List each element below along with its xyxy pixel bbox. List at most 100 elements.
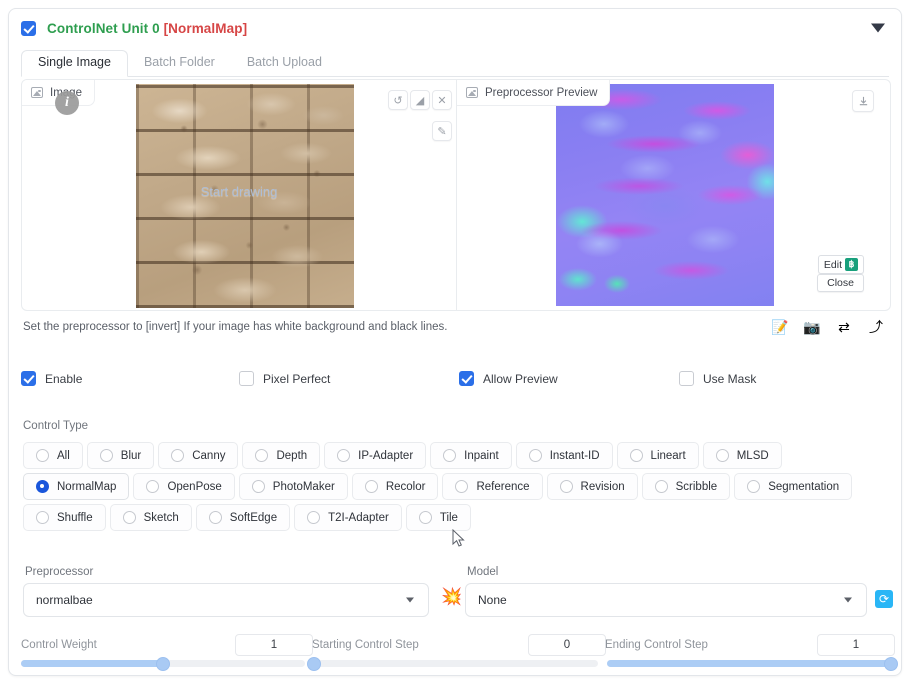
arrow-up-right-icon[interactable]: ⤴ (865, 316, 887, 338)
unit-type-tag: [NormalMap] (163, 20, 248, 36)
ending-control-step-input[interactable]: 1 (817, 634, 895, 656)
preprocessor-dropdown[interactable]: normalbae (23, 583, 429, 617)
control-type-scribble[interactable]: Scribble (641, 473, 731, 500)
source-image[interactable] (136, 84, 354, 308)
allow-preview-checkbox-box[interactable] (459, 371, 474, 386)
control-type-sketch[interactable]: Sketch (109, 504, 192, 531)
control-type-label: Control Type (23, 420, 88, 432)
camera-icon[interactable]: 📷 (801, 316, 823, 338)
radio-icon (307, 511, 321, 524)
tab-batch-upload[interactable]: Batch Upload (231, 51, 338, 76)
ending-control-step-slider-knob[interactable] (884, 656, 898, 671)
checkbox-allow-preview-label: Allow Preview (483, 371, 558, 386)
control-type-label-text: IP-Adapter (358, 449, 414, 462)
preprocessor-preview-image[interactable] (556, 84, 774, 306)
control-type-tile[interactable]: Tile (405, 504, 471, 531)
edit-button[interactable]: Edit ฿ (817, 255, 864, 274)
hint-row: Set the preprocessor to [invert] If your… (21, 315, 891, 359)
use-mask-checkbox-box[interactable] (679, 371, 694, 386)
control-type-label-text: T2I-Adapter (328, 511, 389, 524)
panel-header: ControlNet Unit 0 [NormalMap] (9, 9, 901, 47)
control-type-openpose[interactable]: OpenPose (133, 473, 235, 500)
brush-icon[interactable]: ✎ (432, 121, 452, 141)
edit-note-icon[interactable]: 📝 (769, 316, 791, 338)
control-type-reference[interactable]: Reference (442, 473, 543, 500)
image-panes: Image i Start drawing ↺ ◢ ✕ ✎ Preprocess… (21, 79, 891, 311)
download-icon[interactable] (852, 90, 874, 112)
control-type-all[interactable]: All (23, 442, 83, 469)
undo-icon[interactable]: ↺ (388, 90, 408, 110)
starting-control-step-input[interactable]: 0 (528, 634, 606, 656)
preprocessor-value: normalbae (36, 593, 93, 607)
eraser-icon[interactable]: ◢ (410, 90, 430, 110)
enable-checkbox-box[interactable] (21, 371, 36, 386)
control-type-label-text: Tile (439, 511, 458, 524)
radio-icon (36, 511, 49, 524)
starting-control-step-slider-knob[interactable] (307, 656, 321, 671)
chevron-down-icon[interactable] (871, 23, 885, 33)
ending-control-step-slider-fill (607, 660, 891, 667)
checkbox-pixel-perfect[interactable]: Pixel Perfect (239, 371, 330, 386)
model-dropdown[interactable]: None (465, 583, 867, 617)
controlnet-unit-panel: ControlNet Unit 0 [NormalMap] Single Ima… (8, 8, 902, 676)
control-type-label-text: Revision (580, 480, 625, 493)
pixel-perfect-checkbox-box[interactable] (239, 371, 254, 386)
control-type-normalmap[interactable]: NormalMap (23, 473, 130, 500)
control-type-label-text: SoftEdge (229, 511, 278, 524)
control-type-instant-id[interactable]: Instant-ID (515, 442, 613, 469)
checkbox-use-mask[interactable]: Use Mask (679, 371, 756, 386)
ending-control-step-label: Ending Control Step (605, 639, 708, 651)
control-type-canny[interactable]: Canny (158, 442, 239, 469)
image-icon (466, 87, 478, 98)
control-type-revision[interactable]: Revision (546, 473, 638, 500)
radio-icon (443, 449, 457, 462)
control-type-segmentation[interactable]: Segmentation (734, 473, 853, 500)
control-type-mlsd[interactable]: MLSD (702, 442, 782, 469)
model-value: None (478, 593, 507, 607)
info-icon[interactable]: i (55, 91, 79, 115)
starting-control-step-label: Starting Control Step (312, 639, 419, 651)
options-checkbox-row: Enable Pixel Perfect Allow Preview Use M… (21, 371, 891, 395)
source-image-pane[interactable]: Image i Start drawing ↺ ◢ ✕ ✎ (21, 79, 457, 311)
edit-button-label: Edit (823, 258, 842, 271)
control-weight-input[interactable]: 1 (235, 634, 313, 656)
control-type-softedge[interactable]: SoftEdge (195, 504, 291, 531)
radio-icon (364, 480, 378, 493)
control-type-t2i-adapter[interactable]: T2I-Adapter (294, 504, 402, 531)
control-type-ip-adapter[interactable]: IP-Adapter (324, 442, 427, 469)
control-weight-slider-knob[interactable] (156, 656, 170, 671)
checkbox-use-mask-label: Use Mask (703, 371, 757, 386)
checkbox-allow-preview[interactable]: Allow Preview (459, 371, 558, 386)
tab-single-image[interactable]: Single Image (21, 50, 128, 77)
unit-enable-checkbox[interactable] (21, 20, 36, 36)
radio-icon (171, 449, 185, 462)
control-type-depth[interactable]: Depth (242, 442, 321, 469)
control-type-recolor[interactable]: Recolor (351, 473, 439, 500)
checkbox-enable[interactable]: Enable (21, 371, 82, 386)
control-type-inpaint[interactable]: Inpaint (430, 442, 512, 469)
radio-icon (559, 480, 573, 493)
control-type-label-text: Depth (276, 449, 308, 462)
tab-batch-folder[interactable]: Batch Folder (128, 51, 231, 76)
unit-title-text: ControlNet Unit 0 (47, 20, 160, 36)
refresh-models-button[interactable]: ⟳ (875, 590, 893, 608)
control-weight-slider[interactable] (21, 656, 305, 671)
preview-pane-label-text: Preprocessor Preview (485, 86, 598, 99)
swap-icon[interactable]: ⇄ (833, 316, 855, 338)
control-type-blur[interactable]: Blur (86, 442, 155, 469)
boom-icon[interactable]: 💥 (441, 587, 462, 607)
control-type-shuffle[interactable]: Shuffle (23, 504, 106, 531)
control-type-lineart[interactable]: Lineart (616, 442, 699, 469)
ending-control-step-slider[interactable] (607, 656, 898, 671)
close-preview-button[interactable]: Close (817, 274, 864, 292)
close-icon[interactable]: ✕ (432, 90, 452, 110)
preprocessor-preview-pane[interactable]: Preprocessor Preview Edit ฿ Close (457, 79, 891, 311)
control-type-label-text: Sketch (143, 511, 179, 524)
control-weight-label: Control Weight (21, 639, 97, 651)
control-type-label-text: All (57, 449, 70, 462)
control-type-label-text: Lineart (650, 449, 686, 462)
control-type-label-text: MLSD (736, 449, 769, 462)
starting-control-step-slider[interactable] (307, 656, 598, 671)
radio-icon (146, 480, 160, 493)
control-type-photomaker[interactable]: PhotoMaker (238, 473, 348, 500)
